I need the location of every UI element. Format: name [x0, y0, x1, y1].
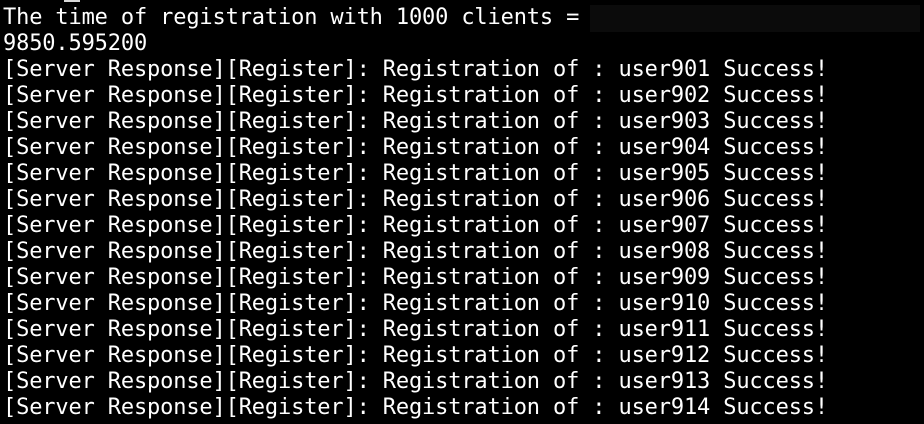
server-response-line: [Server Response][Register]: Registratio…: [3, 291, 828, 316]
server-response-line: [Server Response][Register]: Registratio…: [3, 369, 828, 394]
server-response-line: [Server Response][Register]: Registratio…: [3, 213, 828, 238]
server-response-line: [Server Response][Register]: Registratio…: [3, 265, 828, 290]
partial-text-fragment: [64, 0, 80, 2]
server-response-line: [Server Response][Register]: Registratio…: [3, 135, 828, 160]
server-response-line: [Server Response][Register]: Registratio…: [3, 395, 828, 420]
server-response-line: [Server Response][Register]: Registratio…: [3, 343, 828, 368]
redacted-region: [590, 5, 920, 32]
registration-time-header: The time of registration with 1000 clien…: [3, 5, 580, 30]
server-response-line: [Server Response][Register]: Registratio…: [3, 57, 828, 82]
registration-time-value: 9850.595200: [3, 31, 148, 56]
server-response-line: [Server Response][Register]: Registratio…: [3, 187, 828, 212]
terminal-output: The time of registration with 1000 clien…: [0, 0, 924, 424]
server-response-line: [Server Response][Register]: Registratio…: [3, 161, 828, 186]
server-response-line: [Server Response][Register]: Registratio…: [3, 109, 828, 134]
server-response-line: [Server Response][Register]: Registratio…: [3, 317, 828, 342]
server-response-line: [Server Response][Register]: Registratio…: [3, 83, 828, 108]
server-response-line: [Server Response][Register]: Registratio…: [3, 239, 828, 264]
